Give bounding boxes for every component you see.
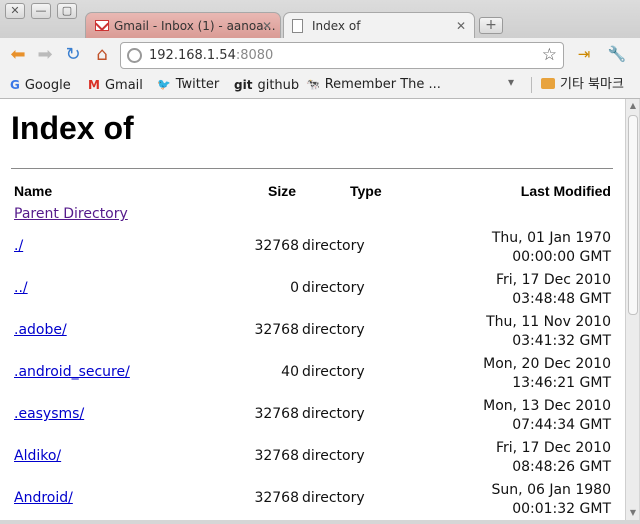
bookmark-remember-the-milk[interactable]: 🐄 Remember The ...: [306, 76, 441, 94]
last-modified: Mon, 20 Dec 2010 13:46:21 GMT: [483, 356, 611, 391]
file-size: 32768: [254, 238, 299, 254]
table-row: .android_secure/ 40 directory Mon, 20 De…: [0, 355, 625, 397]
bookmark-google[interactable]: G Google: [10, 76, 71, 94]
tab-strip: ✕ — ▢ Gmail - Inbox (1) - aanoa… ✕ Index…: [0, 0, 640, 39]
file-type: directory: [302, 490, 365, 506]
gmail-icon: [95, 20, 109, 31]
reload-icon: ↻: [65, 44, 81, 65]
separator: [531, 77, 532, 93]
file-type: directory: [302, 406, 365, 422]
chevron-down-icon[interactable]: ▾: [508, 75, 514, 89]
table-row: .easysms/ 32768 directory Mon, 13 Dec 20…: [0, 397, 625, 439]
file-size: 0: [290, 280, 299, 296]
parent-directory-link[interactable]: Parent Directory: [14, 206, 128, 222]
address-bar[interactable]: 192.168.1.54:8080 ☆: [120, 42, 564, 69]
column-header-last-modified: Last Modified: [520, 183, 611, 199]
cow-icon: 🐄: [306, 78, 320, 91]
maximize-icon: ▢: [61, 4, 73, 17]
file-link[interactable]: .easysms/: [14, 406, 84, 422]
url-text: 192.168.1.54:8080: [149, 48, 274, 63]
home-button[interactable]: ⌂: [91, 44, 113, 66]
last-modified: Thu, 11 Nov 2010 03:41:32 GMT: [486, 314, 611, 349]
new-tab-button[interactable]: +: [479, 17, 503, 34]
globe-icon: [127, 48, 142, 63]
gmail-icon: M: [88, 78, 100, 92]
scrollbar-thumb[interactable]: [628, 115, 638, 315]
file-link[interactable]: Android/: [14, 490, 73, 506]
minimize-icon: —: [35, 4, 47, 17]
table-row: ../ 0 directory Fri, 17 Dec 2010 03:48:48…: [0, 271, 625, 313]
file-link[interactable]: .android_secure/: [14, 364, 130, 380]
back-button[interactable]: ⬅: [7, 44, 29, 66]
file-size: 40: [281, 364, 299, 380]
arrow-left-icon: ⬅: [10, 44, 26, 65]
table-row: .adobe/ 32768 directory Thu, 11 Nov 2010…: [0, 313, 625, 355]
tab-close-icon[interactable]: ✕: [456, 13, 466, 39]
vertical-scrollbar[interactable]: ▲ ▼: [625, 99, 639, 520]
home-icon: ⌂: [96, 44, 108, 65]
plus-icon: +: [485, 17, 497, 33]
divider: [11, 168, 613, 169]
tab-title: Gmail - Inbox (1) - aanoa…: [114, 19, 276, 33]
table-row: ./ 32768 directory Thu, 01 Jan 1970 00:00…: [0, 229, 625, 271]
table-row: Aldiko/ 32768 directory Fri, 17 Dec 2010…: [0, 439, 625, 481]
scroll-down-icon[interactable]: ▼: [626, 506, 640, 520]
last-modified: Thu, 01 Jan 1970 00:00:00 GMT: [491, 230, 611, 265]
file-type: directory: [302, 238, 365, 254]
last-modified: Fri, 17 Dec 2010 08:48:26 GMT: [495, 440, 611, 475]
last-modified: Fri, 17 Dec 2010 03:48:48 GMT: [495, 272, 611, 307]
page-icon: [292, 19, 303, 33]
google-icon: G: [10, 78, 20, 92]
file-size: 32768: [254, 448, 299, 464]
toolbar: ⬅ ➡ ↻ ⌂ 192.168.1.54:8080 ☆: [0, 38, 640, 72]
column-header-size: Size: [268, 183, 297, 199]
file-size: 32768: [254, 322, 299, 338]
other-bookmarks[interactable]: 기타 북마크: [541, 76, 624, 94]
column-header-name: Name: [14, 183, 53, 199]
column-header-type: Type: [350, 183, 382, 199]
arrow-right-icon: ➡: [37, 44, 53, 65]
bookmarks-bar: G Google M Gmail 🐦 Twitter git github 🐄 Remem…: [0, 72, 640, 99]
github-icon: git: [234, 78, 253, 92]
file-type: directory: [302, 322, 365, 338]
file-size: 32768: [254, 490, 299, 506]
tab-close-icon[interactable]: ✕: [262, 13, 272, 39]
tab-index-of[interactable]: Index of ✕: [283, 12, 475, 39]
extension-icon[interactable]: ⇥: [573, 44, 595, 64]
reload-button[interactable]: ↻: [62, 44, 84, 66]
bookmark-twitter[interactable]: 🐦 Twitter: [157, 76, 219, 94]
wrench-menu-button[interactable]: 🔧: [606, 44, 628, 64]
page-content: Index of Name Size Type Last Modified Pa…: [0, 99, 625, 520]
tab-gmail[interactable]: Gmail - Inbox (1) - aanoa… ✕: [85, 12, 281, 39]
file-type: directory: [302, 364, 365, 380]
forward-button[interactable]: ➡: [34, 44, 56, 66]
file-link[interactable]: ../: [14, 280, 28, 296]
file-type: directory: [302, 448, 365, 464]
bookmark-github[interactable]: git github: [234, 76, 299, 94]
bookmark-star-icon[interactable]: ☆: [542, 45, 557, 65]
last-modified: Sun, 06 Jan 1980 00:01:32 GMT: [491, 482, 611, 517]
last-modified: Mon, 13 Dec 2010 07:44:34 GMT: [483, 398, 611, 433]
file-link[interactable]: Aldiko/: [14, 448, 61, 464]
tab-title: Index of: [312, 19, 361, 33]
file-link[interactable]: .adobe/: [14, 322, 67, 338]
folder-icon: [541, 78, 555, 89]
close-icon: ✕: [10, 4, 20, 17]
page-title: Index of: [11, 110, 134, 146]
file-type: directory: [302, 280, 365, 296]
window-minimize-button[interactable]: —: [31, 3, 51, 19]
file-size: 32768: [254, 406, 299, 422]
table-row: Android/ 32768 directory Sun, 06 Jan 198…: [0, 481, 625, 520]
file-link[interactable]: ./: [14, 238, 23, 254]
bookmark-gmail[interactable]: M Gmail: [88, 76, 143, 94]
window-maximize-button[interactable]: ▢: [57, 3, 77, 19]
scroll-up-icon[interactable]: ▲: [626, 99, 640, 113]
window-close-button[interactable]: ✕: [5, 3, 25, 19]
twitter-icon: 🐦: [157, 78, 171, 91]
